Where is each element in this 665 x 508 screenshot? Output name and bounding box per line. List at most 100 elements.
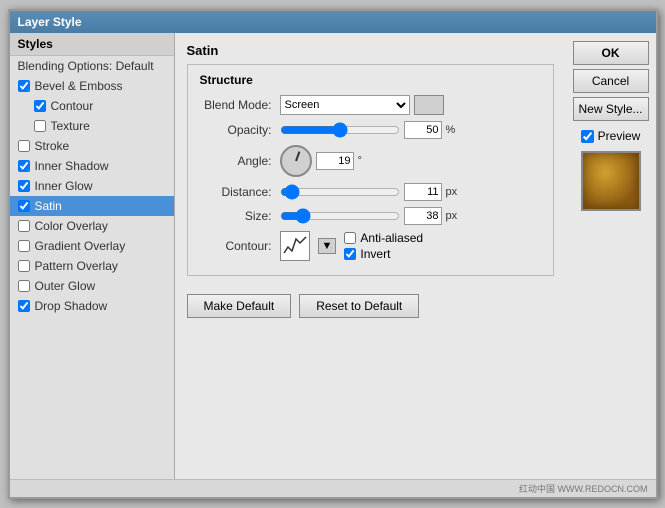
sidebar-item-contour[interactable]: Contour bbox=[10, 96, 174, 116]
right-panel: OK Cancel New Style... Preview bbox=[566, 33, 656, 479]
blend-mode-select[interactable]: Screen Normal Multiply Overlay bbox=[280, 95, 410, 115]
sidebar-item-bevel-emboss[interactable]: Bevel & Emboss bbox=[10, 76, 174, 96]
distance-unit: px bbox=[446, 186, 462, 198]
contour-dropdown-arrow[interactable]: ▼ bbox=[318, 238, 337, 254]
opacity-slider[interactable] bbox=[280, 122, 400, 138]
contour-checkbox[interactable] bbox=[34, 100, 46, 112]
subsection-title: Structure bbox=[200, 73, 541, 87]
invert-checkbox[interactable] bbox=[344, 248, 356, 260]
pattern-overlay-checkbox[interactable] bbox=[18, 260, 30, 272]
color-overlay-label: Color Overlay bbox=[35, 219, 108, 233]
make-default-button[interactable]: Make Default bbox=[187, 294, 292, 318]
inner-shadow-checkbox[interactable] bbox=[18, 160, 30, 172]
contour-label: Contour bbox=[51, 99, 94, 113]
sidebar-item-color-overlay[interactable]: Color Overlay bbox=[10, 216, 174, 236]
angle-dial[interactable] bbox=[280, 145, 312, 177]
outer-glow-label: Outer Glow bbox=[35, 279, 96, 293]
blend-mode-label: Blend Mode: bbox=[200, 98, 280, 112]
watermark: 红动中国 WWW.REDOCN.COM bbox=[519, 482, 648, 495]
satin-checkbox[interactable] bbox=[18, 200, 30, 212]
size-slider[interactable] bbox=[280, 208, 400, 224]
drop-shadow-checkbox[interactable] bbox=[18, 300, 30, 312]
inner-glow-checkbox[interactable] bbox=[18, 180, 30, 192]
ok-button[interactable]: OK bbox=[573, 41, 649, 65]
angle-label: Angle: bbox=[200, 154, 280, 168]
bottom-buttons: Make Default Reset to Default bbox=[187, 294, 554, 318]
left-panel: Styles Blending Options: Default Bevel &… bbox=[10, 33, 175, 479]
blend-mode-controls: Screen Normal Multiply Overlay bbox=[280, 95, 444, 115]
blend-mode-row: Blend Mode: Screen Normal Multiply Overl… bbox=[200, 95, 541, 115]
bevel-emboss-label: Bevel & Emboss bbox=[35, 79, 123, 93]
sidebar-item-inner-shadow[interactable]: Inner Shadow bbox=[10, 156, 174, 176]
angle-row: Angle: ° bbox=[200, 145, 541, 177]
contour-checkboxes: Anti-aliased Invert bbox=[344, 231, 423, 261]
sidebar-item-drop-shadow[interactable]: Drop Shadow bbox=[10, 296, 174, 316]
invert-label[interactable]: Invert bbox=[344, 247, 423, 261]
distance-row: Distance: px bbox=[200, 183, 541, 201]
structure-subsection: Structure Blend Mode: Screen Normal Mult… bbox=[187, 64, 554, 276]
contour-thumbnail[interactable] bbox=[280, 231, 310, 261]
drop-shadow-label: Drop Shadow bbox=[35, 299, 108, 313]
main-content: Satin Structure Blend Mode: Screen Norma… bbox=[175, 33, 566, 479]
color-overlay-checkbox[interactable] bbox=[18, 220, 30, 232]
bevel-emboss-checkbox[interactable] bbox=[18, 80, 30, 92]
reset-to-default-button[interactable]: Reset to Default bbox=[299, 294, 419, 318]
preview-label[interactable]: Preview bbox=[581, 129, 641, 143]
opacity-label: Opacity: bbox=[200, 123, 280, 137]
sidebar-item-texture[interactable]: Texture bbox=[10, 116, 174, 136]
title-bar: Layer Style bbox=[10, 11, 656, 33]
outer-glow-checkbox[interactable] bbox=[18, 280, 30, 292]
anti-aliased-label[interactable]: Anti-aliased bbox=[344, 231, 423, 245]
new-style-button[interactable]: New Style... bbox=[573, 97, 649, 121]
distance-slider-group: px bbox=[280, 183, 462, 201]
anti-aliased-text: Anti-aliased bbox=[360, 231, 423, 245]
sidebar-item-inner-glow[interactable]: Inner Glow bbox=[10, 176, 174, 196]
size-row: Size: px bbox=[200, 207, 541, 225]
layer-style-dialog: Layer Style Styles Blending Options: Def… bbox=[8, 9, 658, 499]
texture-label: Texture bbox=[51, 119, 90, 133]
gradient-overlay-label: Gradient Overlay bbox=[35, 239, 126, 253]
opacity-row: Opacity: % bbox=[200, 121, 541, 139]
section-title: Satin bbox=[187, 43, 554, 58]
cancel-button[interactable]: Cancel bbox=[573, 69, 649, 93]
contour-row: Contour: ▼ Anti-aliased bbox=[200, 231, 541, 261]
distance-value-input[interactable] bbox=[404, 183, 442, 201]
contour-controls: ▼ Anti-aliased Invert bbox=[280, 231, 424, 261]
distance-slider[interactable] bbox=[280, 184, 400, 200]
sidebar-item-pattern-overlay[interactable]: Pattern Overlay bbox=[10, 256, 174, 276]
title-bar-text: Layer Style bbox=[18, 15, 648, 29]
size-label: Size: bbox=[200, 209, 280, 223]
inner-glow-label: Inner Glow bbox=[35, 179, 93, 193]
opacity-value-input[interactable] bbox=[404, 121, 442, 139]
preview-text: Preview bbox=[598, 129, 641, 143]
sidebar-item-gradient-overlay[interactable]: Gradient Overlay bbox=[10, 236, 174, 256]
opacity-slider-group: % bbox=[280, 121, 462, 139]
preview-checkbox[interactable] bbox=[581, 130, 594, 143]
size-unit: px bbox=[446, 210, 462, 222]
texture-checkbox[interactable] bbox=[34, 120, 46, 132]
blend-mode-color-swatch[interactable] bbox=[414, 95, 444, 115]
satin-label: Satin bbox=[35, 199, 62, 213]
preview-box bbox=[581, 151, 641, 211]
styles-header: Styles bbox=[10, 33, 174, 56]
sidebar-item-outer-glow[interactable]: Outer Glow bbox=[10, 276, 174, 296]
opacity-unit: % bbox=[446, 124, 462, 136]
angle-value-input[interactable] bbox=[316, 152, 354, 170]
stroke-checkbox[interactable] bbox=[18, 140, 30, 152]
size-slider-group: px bbox=[280, 207, 462, 225]
angle-unit: ° bbox=[358, 155, 374, 167]
contour-label: Contour: bbox=[200, 239, 280, 253]
gradient-overlay-checkbox[interactable] bbox=[18, 240, 30, 252]
angle-controls: ° bbox=[280, 145, 374, 177]
sidebar-item-stroke[interactable]: Stroke bbox=[10, 136, 174, 156]
distance-label: Distance: bbox=[200, 185, 280, 199]
anti-aliased-checkbox[interactable] bbox=[344, 232, 356, 244]
dialog-body: Styles Blending Options: Default Bevel &… bbox=[10, 33, 656, 479]
sidebar-item-satin[interactable]: Satin bbox=[10, 196, 174, 216]
pattern-overlay-label: Pattern Overlay bbox=[35, 259, 118, 273]
sidebar-item-blending-options[interactable]: Blending Options: Default bbox=[10, 56, 174, 76]
size-value-input[interactable] bbox=[404, 207, 442, 225]
blending-options-label: Blending Options: Default bbox=[18, 59, 154, 73]
inner-shadow-label: Inner Shadow bbox=[35, 159, 109, 173]
invert-text: Invert bbox=[360, 247, 390, 261]
